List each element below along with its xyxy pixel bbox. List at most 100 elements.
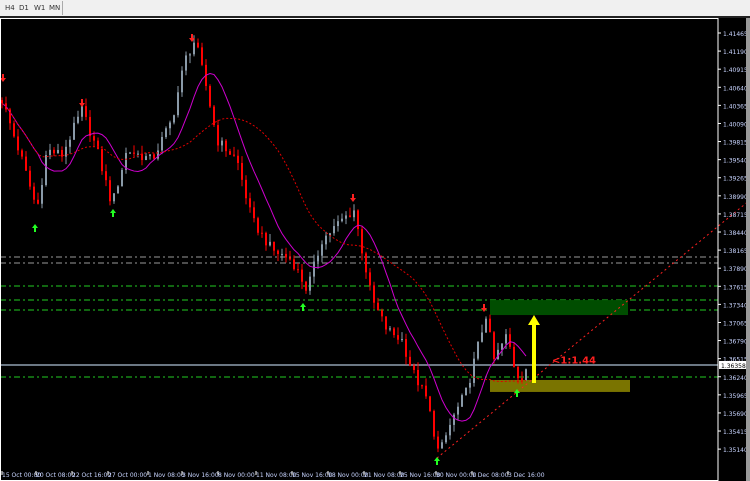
candle-body (121, 169, 123, 187)
y-tick-label: 1.35690 (723, 411, 746, 418)
candle-body (449, 424, 451, 436)
candle-body (377, 302, 379, 311)
chart-background (0, 18, 746, 481)
candle (461, 393, 463, 407)
candle-body (333, 226, 335, 234)
candle-body (413, 365, 415, 370)
y-tick-label: 1.35965 (723, 393, 746, 400)
stop-zone-box (490, 379, 630, 392)
y-tick-label: 1.40640 (723, 85, 746, 92)
candle-body (453, 414, 455, 425)
candle-body (221, 140, 223, 146)
y-tick-label: 1.35140 (723, 447, 746, 454)
candle-body (257, 218, 259, 233)
x-tick-label: 1 Nov 08:00 (148, 472, 185, 479)
y-tick-label: 1.39815 (723, 140, 746, 147)
candle-body (357, 210, 359, 230)
candle-body (425, 385, 427, 397)
candle-body (469, 382, 471, 388)
candle-body (421, 385, 423, 387)
y-tick-label: 1.37615 (723, 284, 746, 291)
candle-body (13, 123, 15, 137)
candle-body (265, 232, 267, 246)
candle-body (397, 335, 399, 340)
x-tick-label: 3 Dec 16:00 (508, 472, 545, 479)
candle-body (273, 241, 275, 251)
scrollbar[interactable] (746, 18, 750, 481)
x-tick-label: 30 Nov 00:00 (436, 472, 477, 479)
candle (477, 341, 479, 361)
x-tick-label: 21 Nov 08:00 (364, 472, 405, 479)
timeframe-toolbar: H4 D1 W1 MN (0, 0, 750, 18)
candle-body (293, 259, 295, 270)
candle-body (321, 244, 323, 256)
candle-body (461, 395, 463, 407)
candle-body (85, 106, 87, 117)
candle (101, 145, 103, 175)
candle (433, 409, 435, 440)
candle-body (217, 125, 219, 146)
risk-reward-label: <1:1.44 (552, 356, 596, 367)
candle-body (193, 42, 195, 55)
candle-body (289, 257, 291, 260)
y-tick-label: 1.39540 (723, 158, 746, 165)
candle-body (181, 70, 183, 93)
candle-body (249, 198, 251, 208)
candle (257, 216, 259, 236)
candle-body (201, 47, 203, 65)
x-tick-label: 15 Nov 16:00 (292, 472, 333, 479)
candle-body (285, 253, 287, 258)
candle-body (93, 136, 95, 141)
x-tick-label: 1 Dec 08:00 (472, 472, 509, 479)
x-tick-label: 27 Oct 00:00 (108, 472, 147, 479)
candle-body (417, 369, 419, 386)
y-tick-label: 1.37065 (723, 320, 746, 327)
candle-body (169, 122, 171, 129)
candle-body (473, 358, 475, 383)
timeframe-d1[interactable]: D1 (16, 2, 32, 14)
y-tick-label: 1.37890 (723, 266, 746, 273)
candle-body (269, 241, 271, 246)
x-tick-label: 3 Nov 16:00 (182, 472, 219, 479)
candle-body (253, 207, 255, 219)
candle-body (261, 232, 263, 234)
candle (485, 316, 487, 333)
candle (493, 330, 495, 364)
candle-body (457, 406, 459, 415)
candle-body (241, 162, 243, 180)
candle (525, 368, 527, 381)
candle-body (177, 92, 179, 116)
candle-body (353, 210, 355, 218)
candle-body (57, 149, 59, 154)
candle-body (501, 343, 503, 350)
candle-body (233, 154, 235, 156)
y-tick-label: 1.40365 (723, 103, 746, 110)
candle-body (229, 151, 231, 155)
candle-body (325, 235, 327, 245)
candle-body (145, 156, 147, 161)
candle-body (441, 442, 443, 449)
candle-body (213, 106, 215, 126)
candle-body (485, 318, 487, 333)
candle-body (301, 269, 303, 282)
target-zone-box (490, 300, 628, 316)
candle (465, 387, 467, 396)
candle-body (409, 356, 411, 366)
candle-body (385, 316, 387, 330)
y-tick-label: 1.36240 (723, 375, 746, 382)
x-tick-label: 11 Nov 08:00 (256, 472, 297, 479)
candle-body (29, 170, 31, 187)
toolbar-divider (62, 1, 63, 15)
candle-body (17, 136, 19, 151)
candle-body (113, 193, 115, 202)
candle-body (189, 54, 191, 56)
candle-body (493, 332, 495, 359)
y-tick-label: 1.39265 (723, 176, 746, 183)
candle-body (133, 152, 135, 154)
timeframe-mn[interactable]: MN (46, 2, 63, 14)
candle-body (437, 436, 439, 449)
y-tick-label: 1.38990 (723, 194, 746, 201)
candle-body (109, 180, 111, 202)
candle-body (369, 272, 371, 286)
price-chart[interactable]: <1:1.44 1.41465 1.41190 1.40915 1.40640 1.403… (0, 18, 746, 481)
